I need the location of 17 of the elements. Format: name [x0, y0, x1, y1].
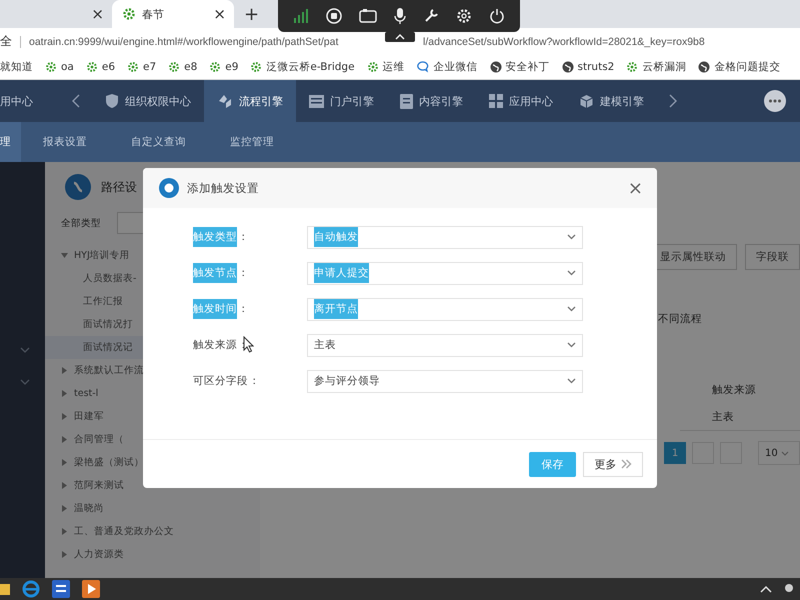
filter-label: 全部类型: [61, 216, 101, 230]
label-colon: ：: [249, 374, 260, 388]
panel-title: 路径设: [101, 178, 137, 196]
dialog-title: 添加触发设置: [187, 180, 260, 196]
field-label: 触发时间: [193, 299, 237, 319]
label-colon: ：: [238, 302, 249, 316]
field-label: 触发节点: [193, 263, 237, 283]
option-text: 不同流程: [658, 312, 702, 326]
tab-title: 春节: [142, 6, 165, 22]
table-cell: 主表: [712, 410, 734, 424]
label-colon: ：: [238, 266, 249, 280]
field-label: 可区分字段: [193, 374, 248, 388]
label-colon: ：: [238, 230, 249, 244]
address-prefix: 全: [0, 33, 12, 50]
field-label: 触发来源: [193, 338, 237, 352]
field-label: 触发类型: [193, 227, 237, 247]
column-header: 触发来源: [712, 382, 756, 396]
